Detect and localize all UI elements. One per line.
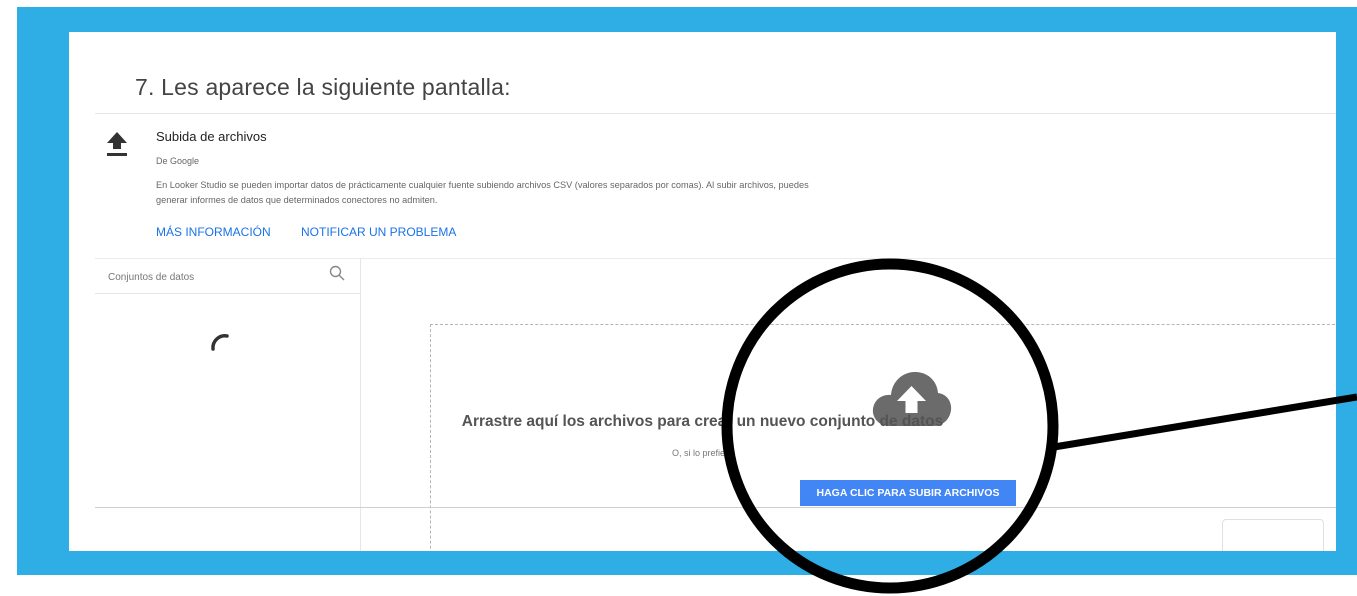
connector-author: De Google (156, 156, 200, 166)
connector-name: Subida de archivos (156, 129, 267, 144)
header-divider (95, 113, 1336, 114)
search-icon[interactable] (328, 264, 346, 282)
footer-button[interactable] (1222, 519, 1324, 551)
connector-description: En Looker Studio se pueden importar dato… (156, 180, 809, 205)
footer-divider (95, 507, 1336, 508)
upload-files-button[interactable]: HAGA CLIC PARA SUBIR ARCHIVOS (800, 480, 1016, 506)
screenshot-card: 7. Les aparece la siguiente pantalla: Su… (69, 32, 1336, 551)
search-underline (95, 293, 360, 294)
upload-icon (107, 132, 127, 156)
file-dropzone[interactable] (430, 324, 1336, 551)
datasets-search-input[interactable]: Conjuntos de datos (108, 272, 194, 283)
or-text: O, si lo prefiere (671, 448, 734, 458)
more-info-link[interactable]: MÁS INFORMACIÓN (156, 225, 271, 239)
step-title: 7. Les aparece la siguiente pantalla: (135, 74, 511, 100)
loading-spinner (211, 334, 229, 351)
dropzone-instruction: Arrastre aquí los archivos para crear un… (461, 413, 944, 430)
report-problem-link[interactable]: NOTIFICAR UN PROBLEMA (301, 225, 456, 239)
